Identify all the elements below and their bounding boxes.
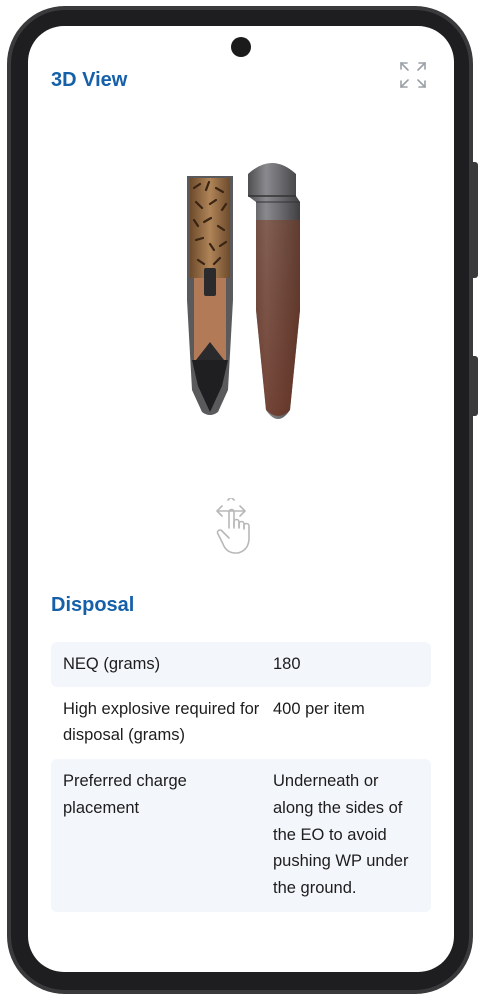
- expand-icon[interactable]: [398, 60, 428, 90]
- row-value: 180: [273, 655, 301, 673]
- app-screen: 3D View Disposal NEQ (grams) 180 High ex…: [28, 26, 454, 972]
- front-camera: [231, 37, 251, 57]
- row-value: 400 per item: [273, 699, 365, 718]
- munition-3d-model[interactable]: [178, 160, 308, 460]
- row-label: High explosive required for disposal (gr…: [63, 699, 260, 745]
- table-row: Preferred charge placement Underneath or…: [51, 759, 431, 912]
- row-label: NEQ (grams): [63, 655, 161, 673]
- power-button: [472, 356, 478, 416]
- row-label: Preferred charge placement: [63, 772, 187, 817]
- disposal-table: NEQ (grams) 180 High explosive required …: [51, 642, 431, 912]
- section-title-3d-view: 3D View: [51, 69, 128, 91]
- table-row: NEQ (grams) 180: [51, 642, 431, 687]
- rotate-gesture-hand-icon: [214, 496, 258, 556]
- volume-button: [472, 162, 478, 278]
- table-row: High explosive required for disposal (gr…: [51, 687, 431, 759]
- section-title-disposal: Disposal: [51, 594, 135, 616]
- row-value: Underneath or along the sides of the EO …: [273, 772, 409, 897]
- next-image-peek: [88, 966, 388, 972]
